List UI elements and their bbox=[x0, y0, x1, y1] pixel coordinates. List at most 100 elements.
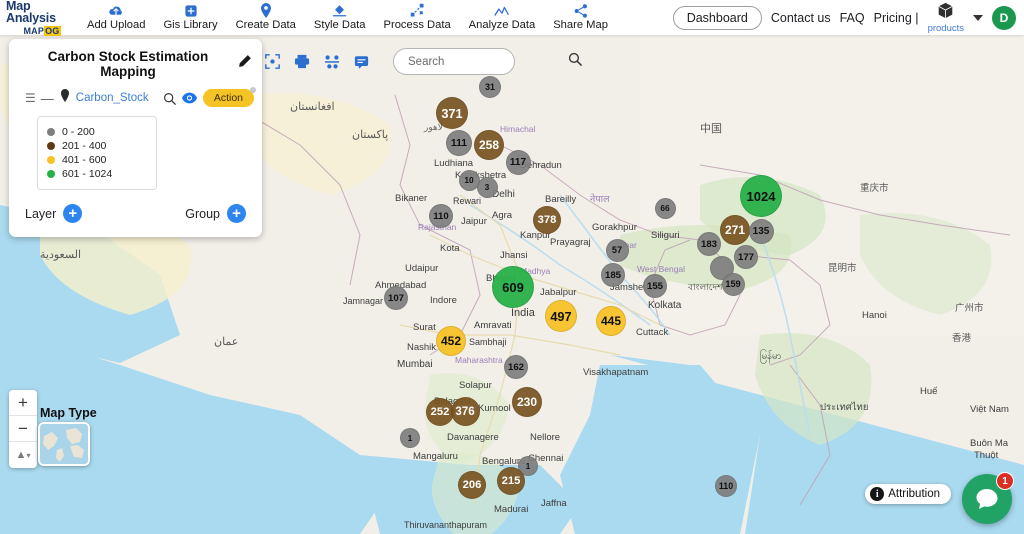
map-marker[interactable]: 497 bbox=[545, 300, 577, 332]
layer-action-button[interactable]: Action bbox=[202, 87, 257, 107]
nav-add-upload[interactable]: Add Upload bbox=[78, 0, 154, 35]
pricing-link[interactable]: Pricing | bbox=[874, 11, 919, 25]
nav-create-data-label: Create Data bbox=[235, 19, 296, 31]
comment-icon[interactable] bbox=[354, 55, 369, 69]
map-type-thumbnail[interactable] bbox=[38, 422, 90, 466]
search-box[interactable] bbox=[393, 48, 582, 75]
compass-north-icon[interactable]: ▲ ▾ bbox=[9, 442, 37, 468]
nav-share-map[interactable]: Share Map bbox=[544, 0, 617, 35]
map-marker[interactable]: 609 bbox=[492, 266, 534, 308]
plus-icon[interactable]: + bbox=[227, 204, 246, 223]
zoom-out-button[interactable]: − bbox=[9, 416, 37, 442]
attribution-button[interactable]: i Attribution bbox=[865, 484, 951, 504]
fullscreen-icon[interactable] bbox=[265, 54, 280, 69]
search-icon[interactable] bbox=[568, 52, 582, 71]
print-icon[interactable] bbox=[294, 54, 310, 69]
map-marker[interactable]: 31 bbox=[479, 76, 501, 98]
nav-add-upload-label: Add Upload bbox=[87, 19, 146, 31]
map-marker[interactable]: 110 bbox=[429, 204, 453, 228]
map-marker[interactable]: 155 bbox=[643, 274, 667, 298]
chat-bubble-icon bbox=[976, 489, 998, 509]
map-marker[interactable]: 110 bbox=[715, 475, 737, 497]
brand-sub-map: MAP bbox=[23, 25, 45, 36]
search-input[interactable] bbox=[408, 55, 562, 68]
brand-subtitle: MAPOG bbox=[6, 25, 78, 36]
map-marker[interactable]: 3 bbox=[476, 176, 498, 198]
add-group-button[interactable]: Group + bbox=[185, 204, 246, 223]
nav-process-data-label: Process Data bbox=[383, 19, 451, 31]
map-marker[interactable]: 57 bbox=[605, 238, 629, 262]
map-marker[interactable]: 185 bbox=[601, 263, 625, 287]
layer-pin-icon bbox=[60, 89, 70, 107]
chevron-down-icon[interactable] bbox=[973, 14, 983, 21]
map-marker[interactable]: 445 bbox=[596, 306, 626, 336]
nav-gis-library[interactable]: Gis Library bbox=[154, 0, 226, 35]
legend-label-1: 201 - 400 bbox=[62, 140, 107, 152]
map-marker[interactable]: 371 bbox=[436, 97, 468, 129]
brand-title: Map Analysis bbox=[6, 0, 56, 25]
products-box-icon bbox=[937, 2, 954, 23]
dashboard-button[interactable]: Dashboard bbox=[672, 5, 762, 30]
map-marker[interactable]: 162 bbox=[504, 355, 528, 379]
chat-support-button[interactable]: 1 bbox=[962, 472, 1014, 524]
map-marker[interactable]: 271 bbox=[720, 215, 750, 245]
map-marker[interactable]: 1 bbox=[400, 428, 420, 448]
map-marker[interactable]: 376 bbox=[450, 396, 480, 426]
legend-swatch-1 bbox=[47, 142, 55, 150]
layer-visibility-icon[interactable] bbox=[181, 92, 197, 104]
drag-handle-icon[interactable]: ☰ bbox=[25, 91, 36, 105]
nav-analyze-data-label: Analyze Data bbox=[468, 19, 536, 31]
paint-bucket-icon bbox=[332, 4, 347, 18]
layers-panel-footer: Layer + Group + bbox=[9, 190, 262, 233]
contact-us-link[interactable]: Contact us bbox=[771, 11, 831, 25]
map-marker[interactable]: 230 bbox=[512, 387, 542, 417]
legend-label-3: 601 - 1024 bbox=[62, 168, 113, 180]
avatar[interactable]: D bbox=[992, 5, 1016, 30]
compare-split-icon[interactable] bbox=[324, 54, 340, 69]
zoom-in-button[interactable]: + bbox=[9, 390, 37, 416]
map-marker[interactable]: 135 bbox=[748, 218, 774, 244]
header-right: Dashboard Contact us FAQ Pricing | produ… bbox=[672, 2, 1024, 34]
nav-process-data[interactable]: Process Data bbox=[375, 0, 460, 35]
layer-zoom-icon[interactable] bbox=[163, 92, 176, 105]
map-pin-icon bbox=[260, 3, 272, 18]
add-layer-button[interactable]: Layer + bbox=[25, 204, 83, 223]
map-marker[interactable]: 111 bbox=[446, 130, 472, 156]
legend-swatch-3 bbox=[47, 170, 55, 178]
map-type-selector[interactable]: Map Type bbox=[38, 406, 97, 466]
app-root: Map Analysis MAPOG Add Upload Gis Librar… bbox=[0, 0, 1024, 534]
map-marker[interactable]: 1024 bbox=[740, 175, 782, 217]
map-marker[interactable]: 258 bbox=[474, 130, 504, 160]
map-marker[interactable]: 206 bbox=[458, 471, 486, 499]
legend-label-2: 401 - 600 bbox=[62, 154, 107, 166]
legend-item: 0 - 200 bbox=[47, 126, 147, 138]
edit-pencil-icon[interactable] bbox=[237, 54, 252, 74]
products-menu[interactable]: products bbox=[928, 2, 964, 34]
brand-logo[interactable]: Map Analysis MAPOG bbox=[0, 0, 78, 36]
map-marker[interactable]: 252 bbox=[426, 398, 454, 426]
nav-analyze-data[interactable]: Analyze Data bbox=[460, 0, 545, 35]
collapse-minus-icon[interactable]: — bbox=[41, 91, 54, 106]
layers-panel-header: Carbon Stock Estimation Mapping bbox=[9, 39, 262, 86]
chat-unread-badge: 1 bbox=[996, 472, 1014, 490]
map-marker[interactable]: 66 bbox=[654, 197, 676, 219]
layer-name[interactable]: Carbon_Stock bbox=[76, 92, 157, 104]
legend-item: 201 - 400 bbox=[47, 140, 147, 152]
map-marker[interactable]: 215 bbox=[497, 467, 525, 495]
nav-gis-library-label: Gis Library bbox=[163, 19, 218, 31]
map-marker[interactable]: 378 bbox=[533, 206, 561, 234]
map-marker[interactable]: 107 bbox=[384, 286, 408, 310]
nav-style-data[interactable]: Style Data bbox=[305, 0, 375, 35]
top-navbar: Map Analysis MAPOG Add Upload Gis Librar… bbox=[0, 0, 1024, 36]
nav-style-data-label: Style Data bbox=[313, 19, 366, 31]
plus-icon[interactable]: + bbox=[63, 204, 83, 223]
map-marker[interactable]: 177 bbox=[734, 245, 758, 269]
map-type-label: Map Type bbox=[40, 406, 97, 420]
share-icon bbox=[574, 4, 588, 18]
faq-link[interactable]: FAQ bbox=[840, 11, 865, 25]
map-marker[interactable]: 117 bbox=[505, 149, 531, 175]
map-marker[interactable]: 183 bbox=[697, 232, 721, 256]
nav-create-data[interactable]: Create Data bbox=[227, 0, 305, 35]
map-marker[interactable]: 159 bbox=[721, 272, 745, 296]
map-marker[interactable]: 452 bbox=[436, 326, 466, 356]
